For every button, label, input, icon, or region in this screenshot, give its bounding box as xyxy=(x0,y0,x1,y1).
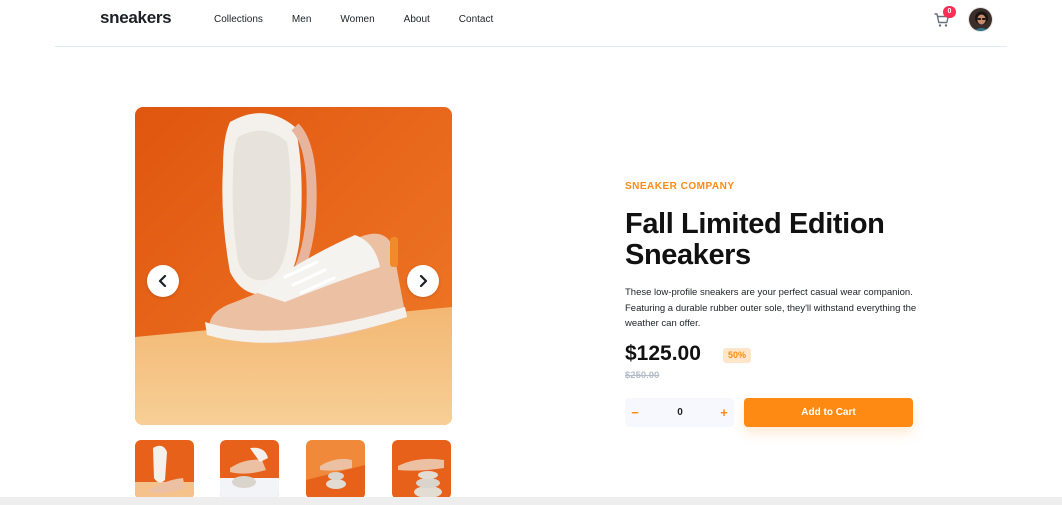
previous-image-button[interactable] xyxy=(147,265,179,297)
nav-link-about[interactable]: About xyxy=(404,14,430,25)
product-main-image[interactable] xyxy=(135,107,452,425)
product-title: Fall Limited Edition Sneakers xyxy=(625,208,885,271)
chevron-right-icon xyxy=(419,275,428,287)
nav-link-men[interactable]: Men xyxy=(292,14,311,25)
add-to-cart-button[interactable]: Add to Cart xyxy=(744,398,913,427)
quantity-stepper: − + xyxy=(625,398,734,427)
page-bottom-edge xyxy=(0,497,1062,505)
original-price: $250.00 xyxy=(625,370,660,381)
avatar[interactable] xyxy=(968,7,993,32)
next-image-button[interactable] xyxy=(407,265,439,297)
chevron-left-icon xyxy=(158,275,167,287)
thumbnail-3[interactable] xyxy=(306,440,365,499)
site-logo[interactable]: sneakers xyxy=(100,8,172,28)
decrease-quantity-button[interactable]: − xyxy=(625,398,645,427)
cart-count-badge: 0 xyxy=(943,6,956,18)
increase-quantity-button[interactable]: + xyxy=(714,398,734,427)
quantity-input[interactable] xyxy=(665,398,695,427)
company-name: SNEAKER COMPANY xyxy=(625,181,735,192)
main-nav: Collections Men Women About Contact xyxy=(214,14,522,25)
site-header: sneakers Collections Men Women About Con… xyxy=(55,0,1007,47)
thumbnail-strip xyxy=(135,440,452,500)
thumbnail-2[interactable] xyxy=(220,440,279,499)
nav-link-collections[interactable]: Collections xyxy=(214,14,263,25)
thumbnail-1[interactable] xyxy=(135,440,194,499)
nav-link-women[interactable]: Women xyxy=(340,14,374,25)
nav-link-contact[interactable]: Contact xyxy=(459,14,493,25)
discount-badge: 50% xyxy=(723,348,752,363)
product-description: These low-profile sneakers are your perf… xyxy=(625,287,917,329)
thumbnail-4[interactable] xyxy=(392,440,451,499)
current-price: $125.00 xyxy=(625,342,701,365)
